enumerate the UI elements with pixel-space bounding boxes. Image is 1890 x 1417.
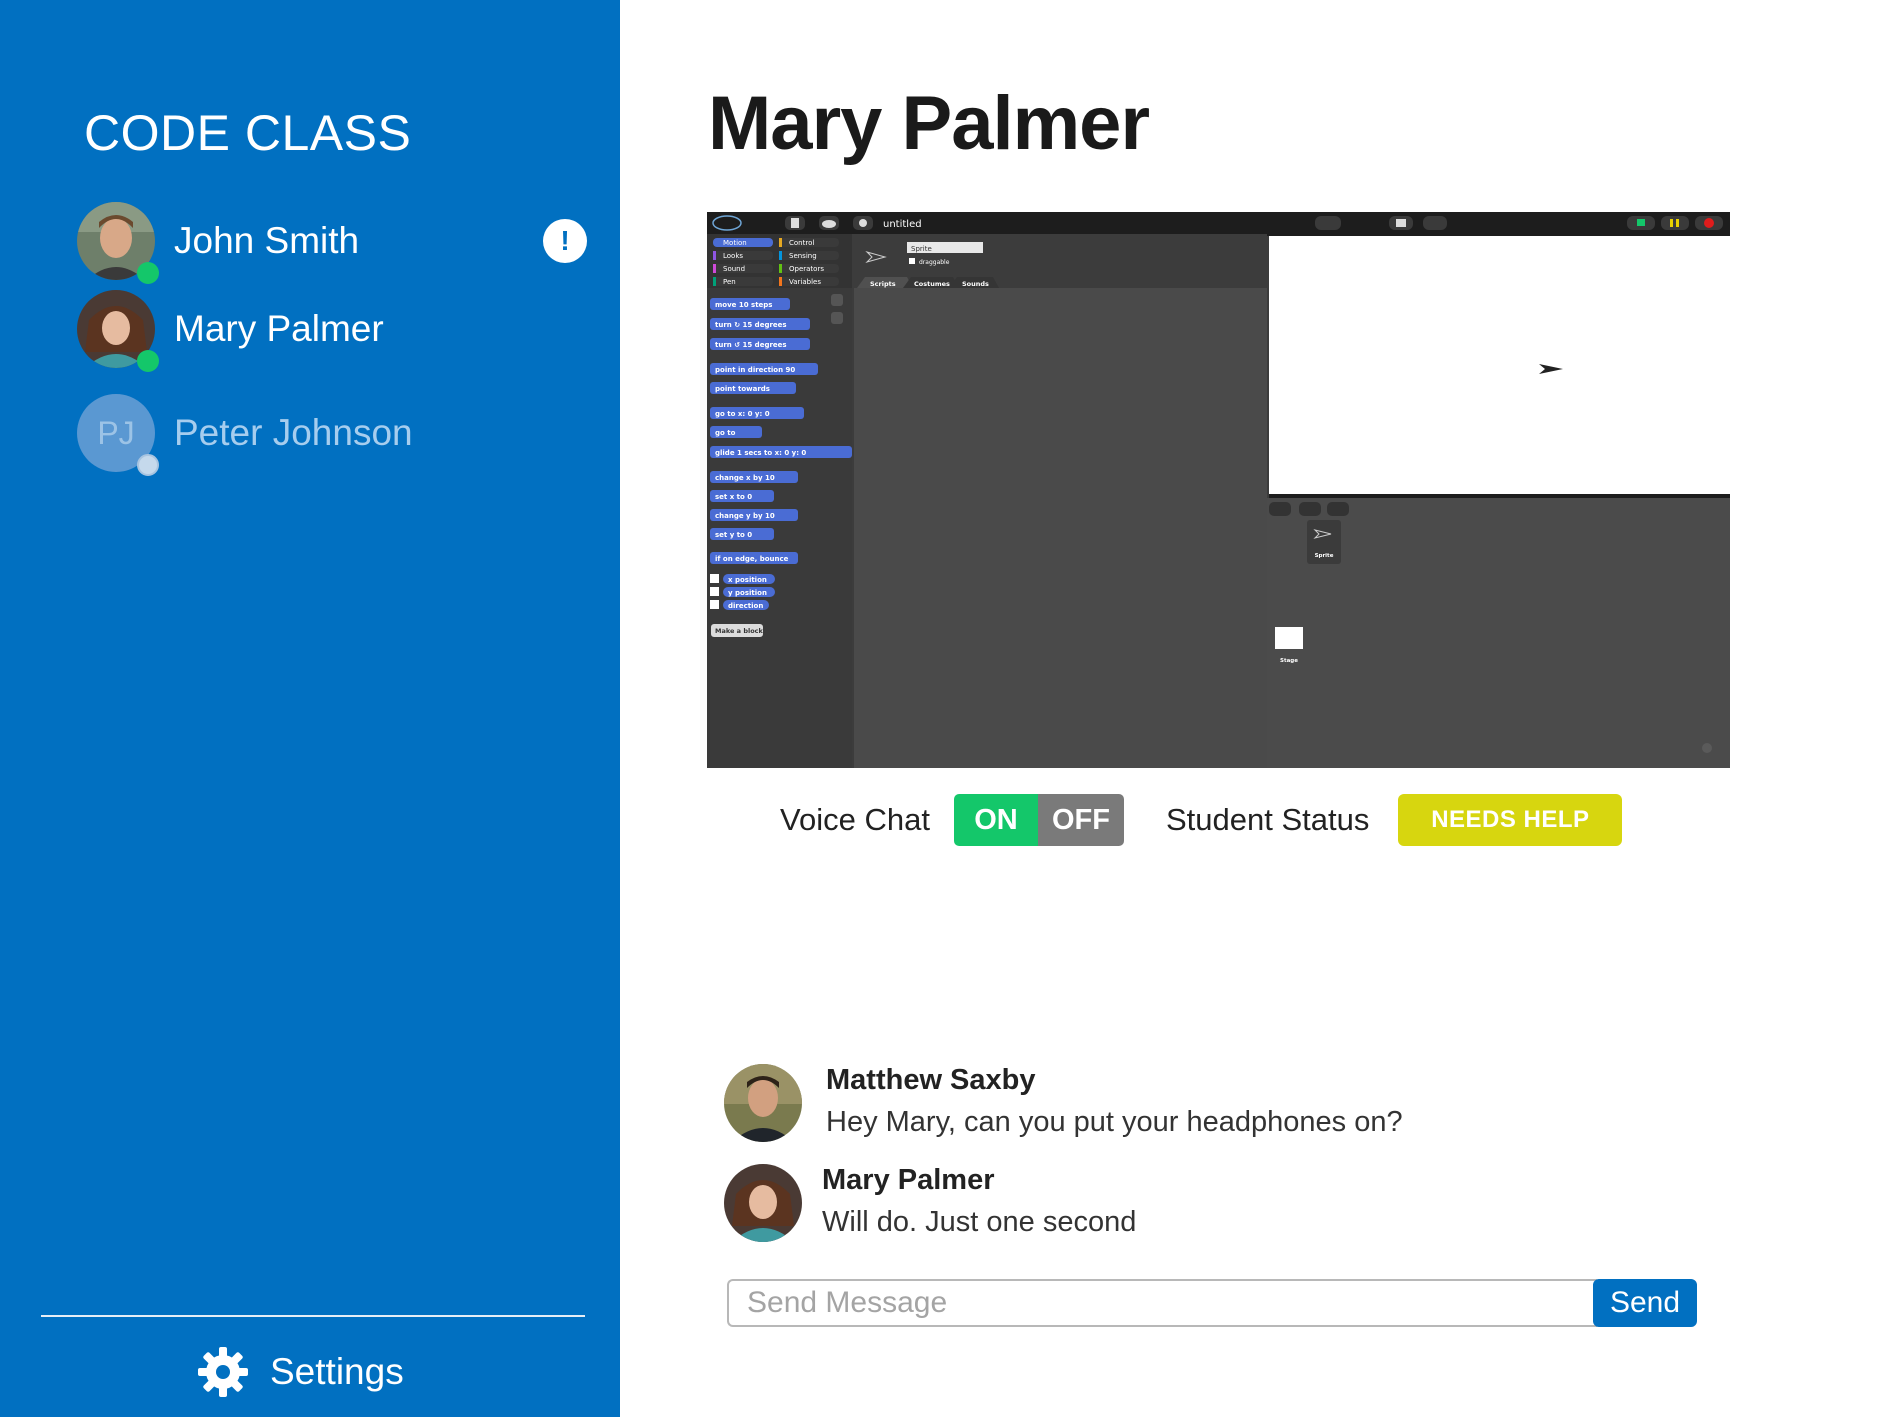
sidebar: CODE CLASS John Smith ! Mary Palmer PJ P… [0,0,620,1417]
online-indicator [137,350,159,372]
message-sender: Mary Palmer [822,1164,995,1196]
svg-text:y position: y position [728,589,767,597]
svg-text:change x by 10: change x by 10 [715,474,775,482]
message-composer: Send [727,1279,1697,1327]
student-name: John Smith [174,220,360,261]
svg-text:Costumes: Costumes [914,280,950,288]
page-title: Mary Palmer [708,81,1150,166]
svg-text:Make a block: Make a block [715,627,764,635]
student-status-row: Student Status NEEDS HELP [1166,792,1623,848]
avatar: PJ [77,394,159,476]
chat-message: Mary Palmer Will do. Just one second [724,1164,1624,1246]
svg-text:turn ↻ 15 degrees: turn ↻ 15 degrees [715,321,787,329]
svg-text:point towards: point towards [715,385,770,393]
svg-text:turn ↺ 15 degrees: turn ↺ 15 degrees [715,341,787,349]
voice-off-button[interactable]: OFF [1037,794,1124,846]
avatar [77,290,159,372]
app-title: CODE CLASS [84,105,412,161]
message-sender: Matthew Saxby [826,1064,1036,1096]
svg-text:change y by 10: change y by 10 [715,512,775,520]
svg-text:x position: x position [728,576,767,584]
svg-text:Scripts: Scripts [870,280,896,288]
svg-text:Control: Control [789,239,814,247]
student-item-peter-johnson[interactable]: PJ Peter Johnson [77,393,587,476]
snap-project-name: untitled [883,219,922,230]
voice-chat-label: Voice Chat [780,802,930,837]
student-item-john-smith[interactable]: John Smith ! [77,201,587,284]
svg-text:Sprite: Sprite [1315,553,1334,559]
svg-text:point in direction 90: point in direction 90 [715,366,795,374]
message-input[interactable] [727,1279,1597,1327]
svg-text:Looks: Looks [723,252,743,260]
student-screen-preview[interactable]: untitled Motion Control Looks Sensing So… [707,212,1730,768]
search-icon [831,294,843,306]
gear-icon [198,1347,248,1397]
svg-text:Pen: Pen [723,278,736,286]
avatar [77,202,159,284]
svg-text:Operators: Operators [789,265,824,273]
student-item-mary-palmer[interactable]: Mary Palmer [77,289,587,372]
alert-icon[interactable]: ! [543,219,587,263]
sidebar-divider [41,1315,585,1317]
plus-icon [831,312,843,324]
student-status-label: Student Status [1166,802,1370,837]
svg-text:set x to 0: set x to 0 [715,493,752,501]
svg-text:Motion: Motion [723,239,747,247]
svg-text:Sensing: Sensing [789,252,817,260]
settings-button[interactable]: Settings [196,1345,404,1399]
student-name: Mary Palmer [174,308,384,349]
send-button[interactable]: Send [1593,1279,1697,1327]
svg-text:move 10 steps: move 10 steps [715,301,772,309]
svg-text:glide 1 secs to x: 0 y: 0: glide 1 secs to x: 0 y: 0 [715,449,806,457]
settings-label: Settings [270,1351,404,1392]
svg-text:Stage: Stage [1280,658,1298,664]
svg-text:direction: direction [728,602,763,610]
svg-text:set y to 0: set y to 0 [715,531,752,539]
status-badge[interactable]: NEEDS HELP [1398,794,1623,846]
svg-text:Variables: Variables [789,278,821,286]
svg-text:Sound: Sound [723,265,745,273]
offline-indicator [137,454,159,476]
svg-text:draggable: draggable [919,259,950,266]
svg-text:Sprite: Sprite [911,245,932,253]
message-text: Hey Mary, can you put your headphones on… [826,1106,1403,1138]
chat-message: Matthew Saxby Hey Mary, can you put your… [724,1064,1624,1146]
svg-text:Sounds: Sounds [962,280,989,288]
online-indicator [137,262,159,284]
svg-text:go to x: 0 y: 0: go to x: 0 y: 0 [715,410,770,418]
voice-on-button[interactable]: ON [953,794,1038,846]
svg-text:go to: go to [715,429,736,437]
voice-chat-toggle[interactable]: ON OFF [953,794,1124,846]
voice-chat-row: Voice Chat ON OFF [780,792,1124,848]
avatar [724,1164,802,1242]
message-text: Will do. Just one second [822,1206,1137,1238]
avatar [724,1064,802,1142]
student-name: Peter Johnson [174,412,413,453]
svg-text:if on edge, bounce: if on edge, bounce [715,555,789,563]
